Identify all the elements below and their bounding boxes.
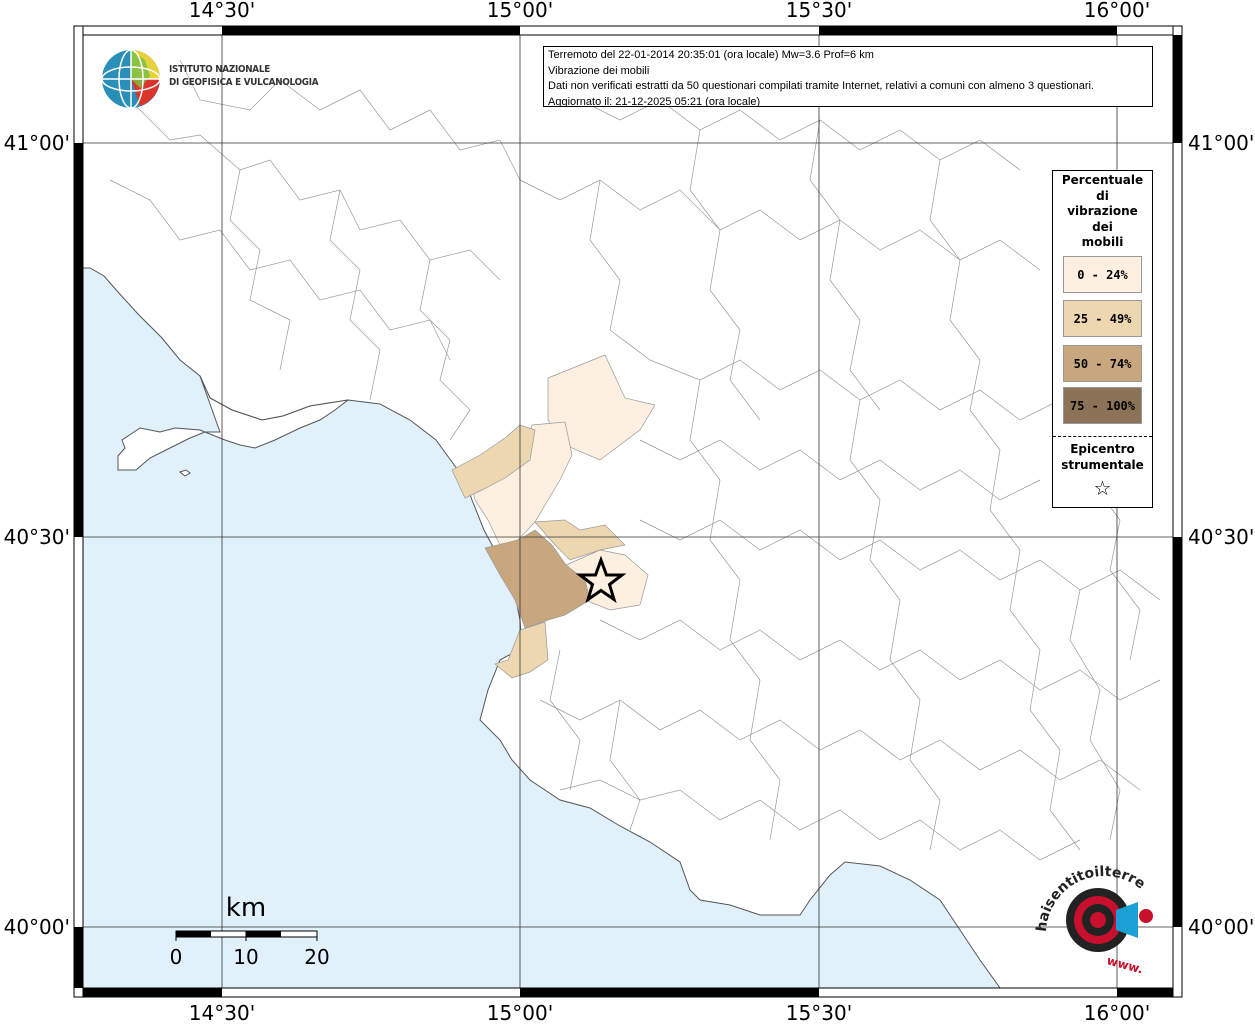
- lat-label-right: 40°00': [1188, 915, 1254, 939]
- legend-title-line: Percentuale: [1061, 173, 1144, 187]
- ingv-name: ISTITUTO NAZIONALE DI GEOFISICA E VULCAN…: [169, 63, 319, 89]
- legend-separator: [1053, 436, 1152, 437]
- legend-title-line: vibrazione: [1067, 204, 1138, 218]
- lon-label-bottom: 16°00': [1084, 1001, 1150, 1024]
- lon-label-bottom: 15°30': [786, 1001, 852, 1024]
- star-icon: ☆: [1093, 476, 1112, 500]
- scale-tick: 10: [233, 945, 258, 969]
- legend-title-line: di: [1096, 188, 1109, 203]
- ingv-name-line2: DI GEOFISICA E VULCANOLOGIA: [169, 77, 319, 88]
- scale-unit: km: [226, 893, 266, 923]
- lon-label-top: 15°00': [487, 0, 553, 22]
- scale-tick: 20: [304, 945, 329, 969]
- legend-epicenter-line: Epicentro: [1070, 442, 1135, 456]
- legend-class-75-100: 75 - 100%: [1063, 387, 1142, 424]
- haisentito-url: www.: [1105, 953, 1144, 976]
- legend: Percentuale di vibrazione dei mobili 0 -…: [1052, 170, 1153, 508]
- map-subject: Vibrazione dei mobili: [548, 64, 650, 77]
- lat-label-right: 40°30': [1188, 525, 1254, 549]
- ingv-name-line1: ISTITUTO NAZIONALE: [169, 64, 270, 75]
- data-disclaimer: Dati non verificati estratti da 50 quest…: [548, 80, 1094, 92]
- haisentito-logo: haisentitoilterremoto.it www.: [1027, 850, 1174, 982]
- earthquake-info-box: Terremoto del 22-01-2014 20:35:01 (ora l…: [543, 46, 1153, 107]
- scale-tick: 0: [170, 945, 183, 969]
- legend-class-0-24: 0 - 24%: [1063, 256, 1142, 293]
- legend-title-line: mobili: [1081, 235, 1124, 249]
- legend-class-25-49: 25 - 49%: [1063, 300, 1142, 337]
- lat-label-left: 41°00': [4, 131, 70, 155]
- lon-label-top: 14°30': [189, 0, 255, 22]
- legend-class-50-74: 50 - 74%: [1063, 345, 1142, 382]
- ingv-globe-icon: [101, 49, 161, 109]
- lon-label-top: 15°30': [786, 0, 852, 22]
- lon-label-top: 16°00': [1084, 0, 1150, 22]
- lat-label-right: 41°00': [1188, 131, 1254, 155]
- lon-label-bottom: 15°00': [487, 1001, 553, 1024]
- event-description: Terremoto del 22-01-2014 20:35:01 (ora l…: [548, 49, 874, 61]
- legend-title: Percentuale di vibrazione dei mobili: [1053, 173, 1152, 251]
- legend-epicenter-label: Epicentro strumentale: [1053, 441, 1152, 473]
- update-time: Aggiornato il: 21-12-2025 05:21 (ora loc…: [548, 95, 761, 107]
- lat-label-left: 40°00': [4, 915, 70, 939]
- lon-label-bottom: 14°30': [189, 1001, 255, 1024]
- legend-title-line: dei: [1092, 219, 1113, 234]
- lat-label-left: 40°30': [4, 525, 70, 549]
- legend-epicenter-line: strumentale: [1061, 458, 1144, 472]
- haisentito-target-icon: haisentitoilterremoto.it www.: [1027, 850, 1153, 976]
